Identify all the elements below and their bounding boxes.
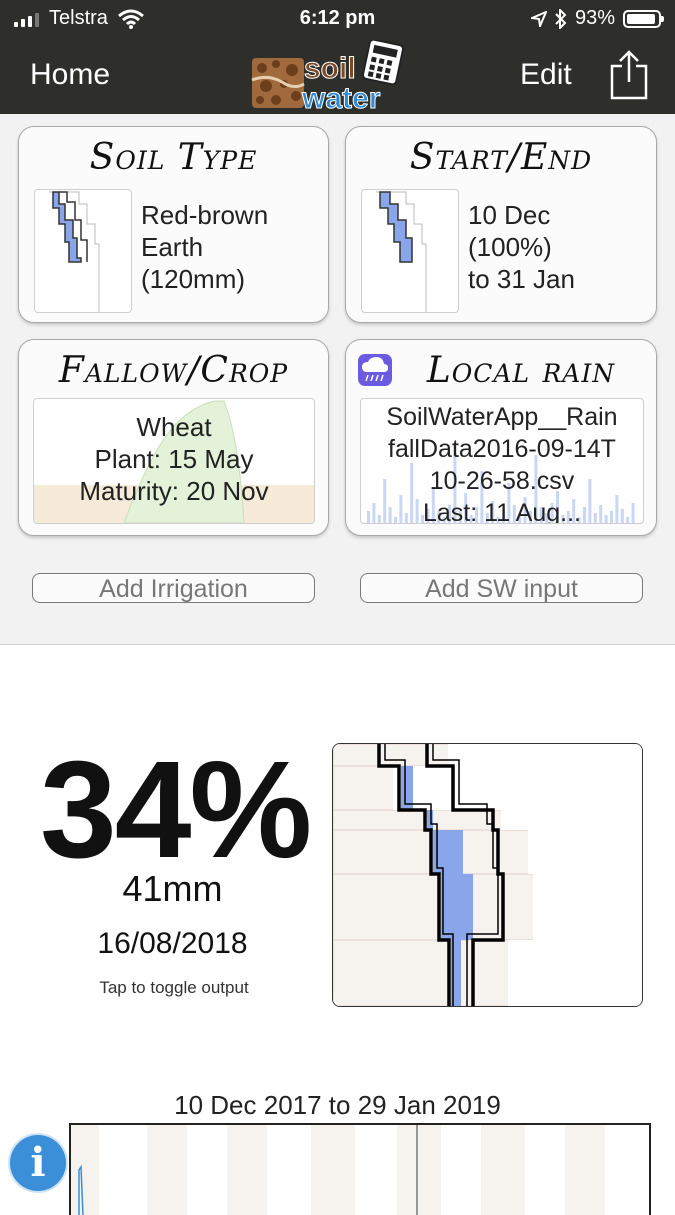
add-irrigation-button[interactable]: Add Irrigation — [32, 573, 315, 603]
svg-text:soil: soil — [304, 52, 356, 85]
crop-name: Wheat — [136, 412, 212, 442]
location-icon — [530, 10, 547, 27]
bluetooth-icon — [555, 8, 567, 29]
end-date: to 31 Jan — [468, 264, 575, 294]
output-date: 16/08/2018 — [97, 927, 248, 960]
share-button[interactable] — [610, 50, 648, 100]
info-icon: i — [30, 1139, 46, 1186]
soil-name-line2: Earth — [141, 232, 204, 262]
home-button[interactable]: Home — [30, 58, 110, 92]
rain-file-line2: fallData2016-09-14T — [388, 435, 616, 463]
soil-type-card[interactable]: Soil Type Red-brown Earth (120mm) — [18, 126, 329, 323]
maturity-date: Maturity: 20 Nov — [79, 476, 269, 506]
local-rain-title: Local rain — [426, 350, 616, 391]
soil-water-logo: soil water — [248, 38, 408, 116]
battery-icon — [623, 9, 664, 28]
start-percent: (100%) — [468, 232, 552, 262]
local-rain-card[interactable]: Local rain SoilWaterApp__Rain fallData20… — [345, 339, 657, 536]
start-profile-thumbnail — [361, 189, 459, 313]
crop-thumbnail: Wheat Plant: 15 May Maturity: 20 Nov — [33, 398, 315, 524]
plant-date: Plant: 15 May — [94, 444, 254, 474]
svg-text:water: water — [301, 82, 381, 112]
edit-button[interactable]: Edit — [520, 58, 572, 92]
soil-capacity: (120mm) — [141, 264, 246, 294]
soil-water-mm: 41mm — [122, 868, 223, 909]
share-icon — [610, 50, 648, 100]
soil-water-percent[interactable]: 34% — [40, 735, 312, 885]
rain-file-line1: SoilWaterApp__Rain — [386, 403, 618, 431]
timeline-range: 10 Dec 2017 to 29 Jan 2019 — [174, 1090, 501, 1120]
battery-percent: 93% — [574, 7, 615, 29]
rain-thumbnail: SoilWaterApp__Rain fallData2016-09-14T 1… — [360, 398, 644, 524]
timeline-chart[interactable] — [69, 1123, 651, 1215]
soil-profile-thumbnail — [34, 189, 132, 313]
rain-file-line3: 10-26-58.csv — [429, 467, 575, 495]
soil-name-line1: Red-brown — [141, 200, 269, 230]
info-button[interactable]: i — [10, 1135, 66, 1191]
start-date: 10 Dec — [468, 200, 551, 230]
status-bar: Telstra 6:12 pm 93% — [0, 0, 675, 38]
start-end-title: Start/End — [409, 137, 593, 178]
fallow-crop-card[interactable]: Fallow/Crop Wheat Plant: 15 May Maturity… — [18, 339, 329, 536]
toggle-hint: Tap to toggle output — [99, 978, 249, 997]
top-bar: Telstra 6:12 pm 93% Home soil water Edit — [0, 0, 675, 116]
start-end-card[interactable]: Start/End 10 Dec (100%) to 31 Jan — [345, 126, 657, 323]
calculator-icon — [361, 38, 405, 86]
rain-last-date: Last: 11 Aug... — [423, 499, 581, 524]
fallow-crop-title: Fallow/Crop — [58, 350, 289, 391]
soil-type-title: Soil Type — [89, 137, 258, 178]
soil-profile-chart[interactable] — [332, 743, 643, 1007]
add-sw-input-button[interactable]: Add SW input — [360, 573, 643, 603]
